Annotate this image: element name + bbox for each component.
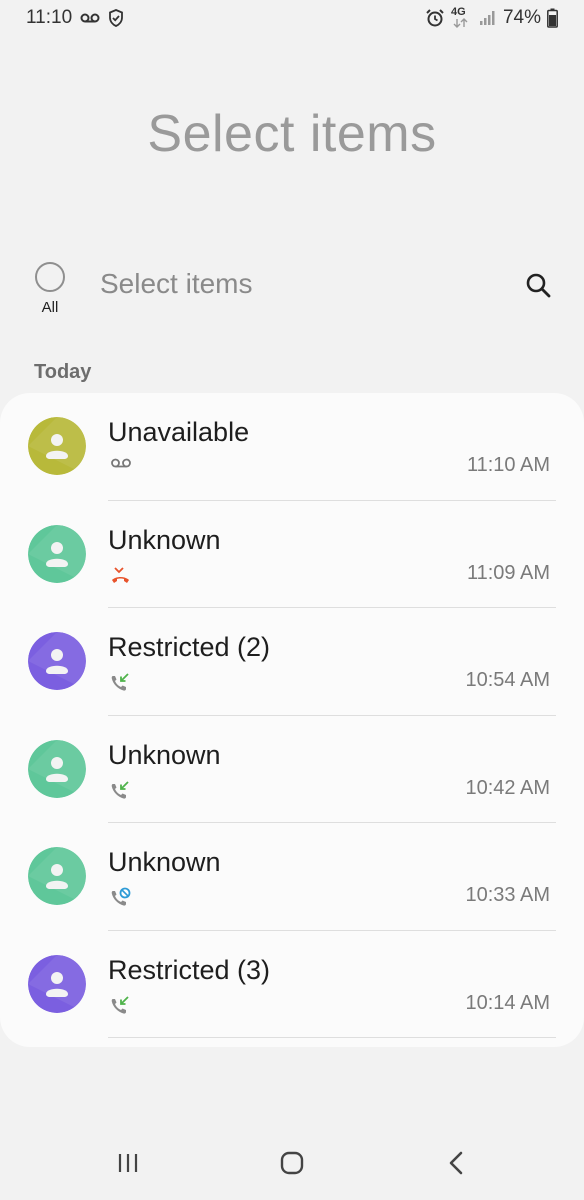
select-all-label: All [41,299,59,316]
call-time: 10:54 AM [465,669,550,691]
person-icon [28,417,86,475]
call-log-item[interactable]: Restricted (2) 10:54 AM [0,608,584,716]
call-log-list: Unavailable 11:10 AM Unknown 11:09 AM Restri… [0,393,584,1047]
contact-avatar [28,954,86,1013]
person-icon [28,524,86,583]
caller-name: Unknown [108,739,221,770]
call-time: 10:14 AM [465,991,550,1014]
recent-apps-button[interactable] [108,1148,148,1178]
search-icon [526,273,551,298]
voicemail-call-icon [110,457,132,477]
select-count-text: Select items [100,268,253,299]
caller-name: Restricted (2) [108,632,271,662]
page-title: Select items [147,105,437,163]
battery-icon [547,8,558,28]
status-time: 11:10 [26,7,73,28]
shield-icon [108,9,124,27]
network-type-icon: 4G [451,6,473,28]
home-icon [280,1151,304,1175]
caller-name: Unavailable [108,417,250,447]
person-icon [28,632,86,690]
person-icon [28,739,86,798]
incoming-call-icon [110,672,132,692]
voicemail-status-icon [80,12,100,24]
signal-icon [479,10,497,26]
divider [108,1037,556,1038]
call-log-item[interactable]: Unknown 11:09 AM [0,501,584,608]
select-header: All Select items [0,250,584,330]
blocked-call-icon [110,887,132,907]
call-time: 10:33 AM [465,884,550,906]
status-left: 11:10 [26,7,124,29]
call-log-item[interactable]: Unknown 10:33 AM [0,823,584,931]
contact-avatar [28,524,86,583]
status-bar: 11:10 4G 74% [0,0,584,36]
caller-name: Restricted (3) [108,954,271,985]
contact-avatar [28,632,86,690]
call-time: 10:42 AM [465,776,550,799]
caller-name: Unknown [108,524,221,555]
call-log-item[interactable]: Restricted (3) 10:14 AM [0,931,584,1038]
select-all-checkbox[interactable] [35,262,65,292]
recent-apps-icon [118,1154,138,1172]
search-button[interactable] [522,269,554,301]
incoming-call-icon [110,780,132,800]
incoming-call-icon [110,995,132,1015]
call-time: 11:10 AM [466,454,550,476]
battery-percent: 74% [502,7,541,28]
back-button[interactable] [436,1148,476,1178]
call-log-item[interactable]: Unknown 10:42 AM [0,716,584,823]
home-button[interactable] [272,1148,312,1178]
person-icon [28,847,86,905]
status-right: 4G 74% [425,6,558,29]
back-icon [449,1151,463,1175]
contact-avatar [28,417,86,475]
section-header-today: Today [34,361,92,383]
call-time: 11:09 AM [466,561,550,584]
missed-call-icon [110,565,132,585]
navigation-bar [0,1130,584,1200]
person-icon [28,954,86,1013]
contact-avatar [28,739,86,798]
caller-name: Unknown [108,847,221,877]
contact-avatar [28,847,86,905]
call-log-item[interactable]: Unavailable 11:10 AM [0,393,584,501]
alarm-icon [425,8,445,28]
